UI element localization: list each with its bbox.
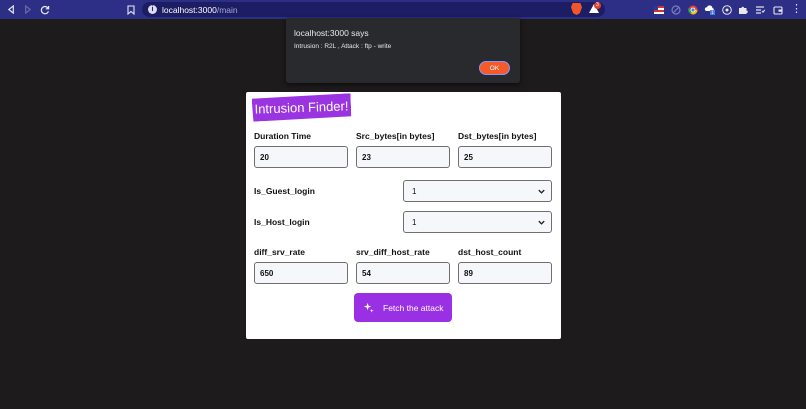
reading-list-button[interactable] <box>753 3 766 16</box>
src-bytes-input[interactable]: 23 <box>356 146 450 168</box>
chevron-down-icon <box>538 220 545 225</box>
fetch-attack-label: Fetch the attack <box>383 302 444 313</box>
reload-icon <box>40 5 49 14</box>
is-host-login-value: 1 <box>412 217 417 227</box>
dst-bytes-label: Dst_bytes[in bytes] <box>458 131 537 141</box>
extension-cloud-icon[interactable]: 1 <box>703 3 716 16</box>
alert-message: Intrusion : R2L , Attack : ftp - write <box>294 43 392 50</box>
site-info-icon[interactable]: i <box>148 5 157 14</box>
src-bytes-label: Src_bytes[in bytes] <box>356 131 435 141</box>
extensions-button[interactable] <box>736 3 749 16</box>
alert-dialog: localhost:3000 says Intrusion : R2L , At… <box>286 18 520 83</box>
reload-button[interactable] <box>36 0 53 19</box>
forward-button[interactable] <box>19 0 36 19</box>
duration-label: Duration Time <box>254 131 311 141</box>
intrusion-form-card: Intrusion Finder! Duration Time 20 Src_b… <box>246 92 561 339</box>
url-path: /main <box>216 4 238 15</box>
is-guest-login-select[interactable]: 1 <box>403 180 552 202</box>
is-guest-login-value: 1 <box>412 186 417 196</box>
brave-rewards-button[interactable]: 3 <box>589 2 601 14</box>
url-host: localhost:3000 <box>162 4 217 15</box>
chevron-down-icon <box>538 189 545 194</box>
menu-button[interactable]: ⋮ <box>791 2 802 17</box>
srv-diff-host-rate-input[interactable]: 54 <box>356 262 450 284</box>
extension-vpn-icon[interactable] <box>720 3 733 16</box>
extension-chrome-icon[interactable] <box>686 3 699 16</box>
extensions-icon <box>738 6 748 14</box>
is-host-login-label: Is_Host_login <box>254 217 310 227</box>
alert-title: localhost:3000 says <box>294 28 369 38</box>
extension-flag-icon[interactable] <box>652 3 665 16</box>
bookmark-icon <box>127 4 135 15</box>
ok-button[interactable]: OK <box>479 61 510 75</box>
rewards-count-badge: 3 <box>594 2 601 9</box>
is-host-login-select[interactable]: 1 <box>403 211 552 233</box>
wallet-icon <box>772 5 783 15</box>
srv-diff-host-rate-label: srv_diff_host_rate <box>356 247 430 257</box>
is-guest-login-label: Is_Guest_login <box>254 186 315 196</box>
fetch-attack-button[interactable]: Fetch the attack <box>354 293 452 322</box>
bookmark-button[interactable] <box>124 0 138 19</box>
brand-title: Intrusion Finder! <box>252 93 352 121</box>
forward-icon <box>25 5 32 14</box>
back-icon <box>7 5 14 14</box>
svg-text:1: 1 <box>711 10 714 15</box>
duration-input[interactable]: 20 <box>254 146 348 168</box>
extension-block-icon[interactable] <box>669 3 682 16</box>
wallet-button[interactable] <box>771 3 784 16</box>
sparkle-icon <box>363 302 374 313</box>
url-text: localhost:3000/main <box>162 5 238 15</box>
reading-list-icon <box>755 5 765 14</box>
diff-srv-rate-label: diff_srv_rate <box>254 247 306 257</box>
menu-icon: ⋮ <box>791 3 802 15</box>
address-bar[interactable]: i localhost:3000/main <box>142 2 605 17</box>
dst-bytes-input[interactable]: 25 <box>458 146 552 168</box>
back-button[interactable] <box>3 0 20 19</box>
dst-host-count-input[interactable]: 89 <box>458 262 552 284</box>
diff-srv-rate-input[interactable]: 650 <box>254 262 348 284</box>
browser-toolbar: i localhost:3000/main 3 1 ⋮ <box>0 0 806 19</box>
dst-host-count-label: dst_host_count <box>458 247 522 257</box>
